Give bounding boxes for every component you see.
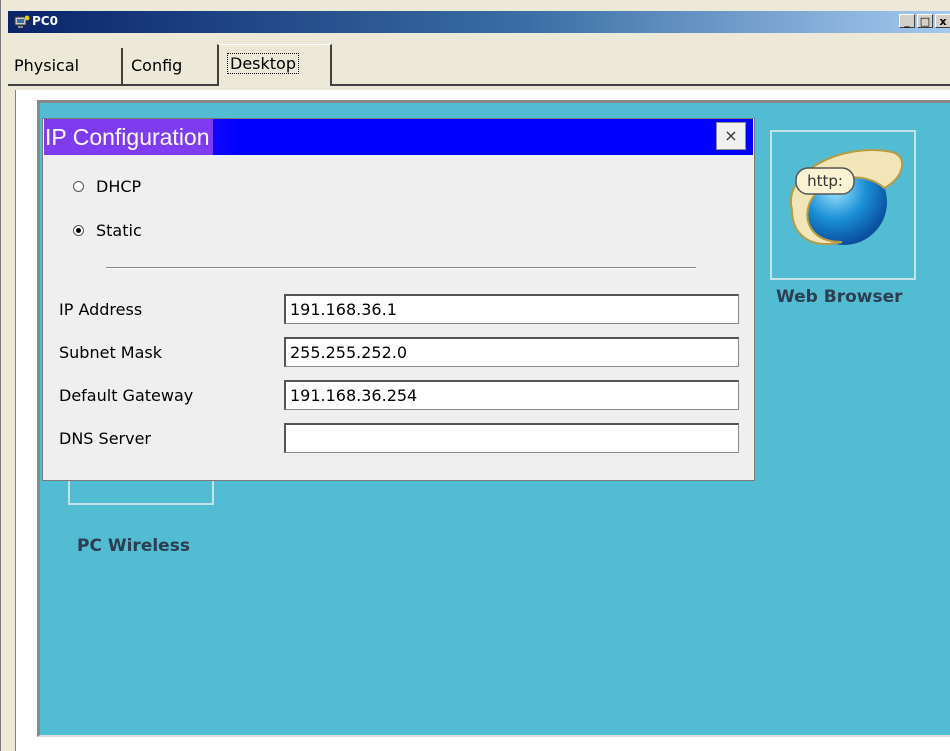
close-window-button[interactable]: x [935,14,950,28]
http-label: http: [807,172,843,190]
window-title: PC0 [32,14,58,28]
static-radio[interactable] [73,225,84,236]
maximize-button[interactable]: □ [917,14,933,28]
pc-icon [14,15,30,28]
separator [106,267,696,269]
tab-physical[interactable]: Physical [8,48,123,84]
tab-config[interactable]: Config [125,48,217,84]
window-titlebar[interactable]: PC0 _ □ x [8,11,950,33]
dhcp-radio[interactable] [73,181,84,192]
dhcp-option[interactable]: DHCP [73,177,141,196]
web-browser-label[interactable]: Web Browser [776,287,903,307]
http-browser-icon: http: [789,149,904,245]
ip-configuration-dialog: IP Configuration × DHCP Static IP Addres… [42,118,755,481]
dialog-close-button[interactable]: × [716,122,746,150]
tab-physical-label: Physical [14,56,80,75]
pc0-window: PC0 _ □ x Physical Config Desktop http: … [0,0,950,751]
default-gateway-input[interactable] [284,380,739,410]
static-label: Static [96,221,142,240]
tab-desktop[interactable]: Desktop [217,44,332,86]
web-browser-tile[interactable]: http: [770,130,916,280]
dns-server-label: DNS Server [59,429,151,448]
dhcp-label: DHCP [96,177,142,196]
tab-bar: Physical Config Desktop [8,44,950,86]
tab-config-label: Config [131,56,183,75]
dns-server-input[interactable] [284,423,739,453]
window-controls: _ □ x [897,14,950,30]
minimize-button[interactable]: _ [899,14,915,28]
static-option[interactable]: Static [73,221,142,240]
tab-desktop-label: Desktop [227,53,299,74]
default-gateway-label: Default Gateway [59,386,194,405]
subnet-mask-input[interactable] [284,337,739,367]
pc-wireless-label[interactable]: PC Wireless [77,536,190,556]
dialog-title: IP Configuration [44,119,213,155]
ip-address-label: IP Address [59,300,143,319]
subnet-mask-label: Subnet Mask [59,343,163,362]
ip-address-input[interactable] [284,294,739,324]
